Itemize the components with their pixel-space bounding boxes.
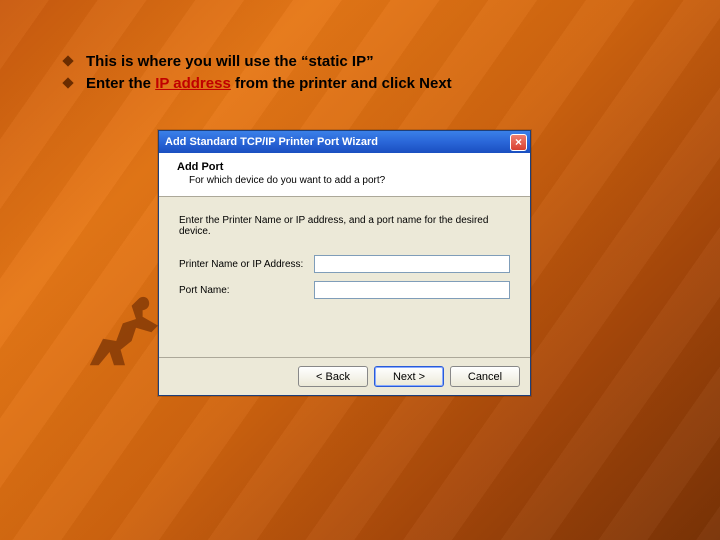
cancel-button[interactable]: Cancel (450, 366, 520, 387)
bullet-emphasis: IP address (155, 75, 231, 92)
bullet-text: This is where you will use the “static I… (86, 53, 374, 70)
port-name-input[interactable] (314, 281, 510, 299)
printer-name-input[interactable] (314, 255, 510, 273)
titlebar[interactable]: Add Standard TCP/IP Printer Port Wizard … (159, 131, 530, 153)
wizard-header-title: Add Port (177, 161, 518, 173)
close-icon: × (515, 136, 522, 148)
bullet-item: Enter the IP address from the printer an… (64, 74, 660, 94)
bullet-item: This is where you will use the “static I… (64, 52, 660, 72)
next-button[interactable]: Next > (374, 366, 444, 387)
wizard-dialog: Add Standard TCP/IP Printer Port Wizard … (158, 130, 531, 396)
port-label: Port Name: (179, 285, 314, 296)
wizard-header-subtitle: For which device do you want to add a po… (189, 175, 518, 186)
bullet-text-suffix: from the printer and click Next (231, 75, 452, 92)
printer-label: Printer Name or IP Address: (179, 259, 314, 270)
bullet-text-prefix: Enter the (86, 75, 155, 92)
wizard-header: Add Port For which device do you want to… (159, 153, 530, 197)
back-button[interactable]: < Back (298, 366, 368, 387)
slide-bullets: This is where you will use the “static I… (64, 52, 660, 97)
form-row-printer: Printer Name or IP Address: (179, 255, 510, 273)
button-bar: < Back Next > Cancel (159, 357, 530, 395)
form-row-port: Port Name: (179, 281, 510, 299)
close-button[interactable]: × (510, 134, 527, 151)
wizard-body: Enter the Printer Name or IP address, an… (159, 197, 530, 357)
instruction-text: Enter the Printer Name or IP address, an… (179, 215, 510, 237)
window-title: Add Standard TCP/IP Printer Port Wizard (165, 136, 378, 148)
